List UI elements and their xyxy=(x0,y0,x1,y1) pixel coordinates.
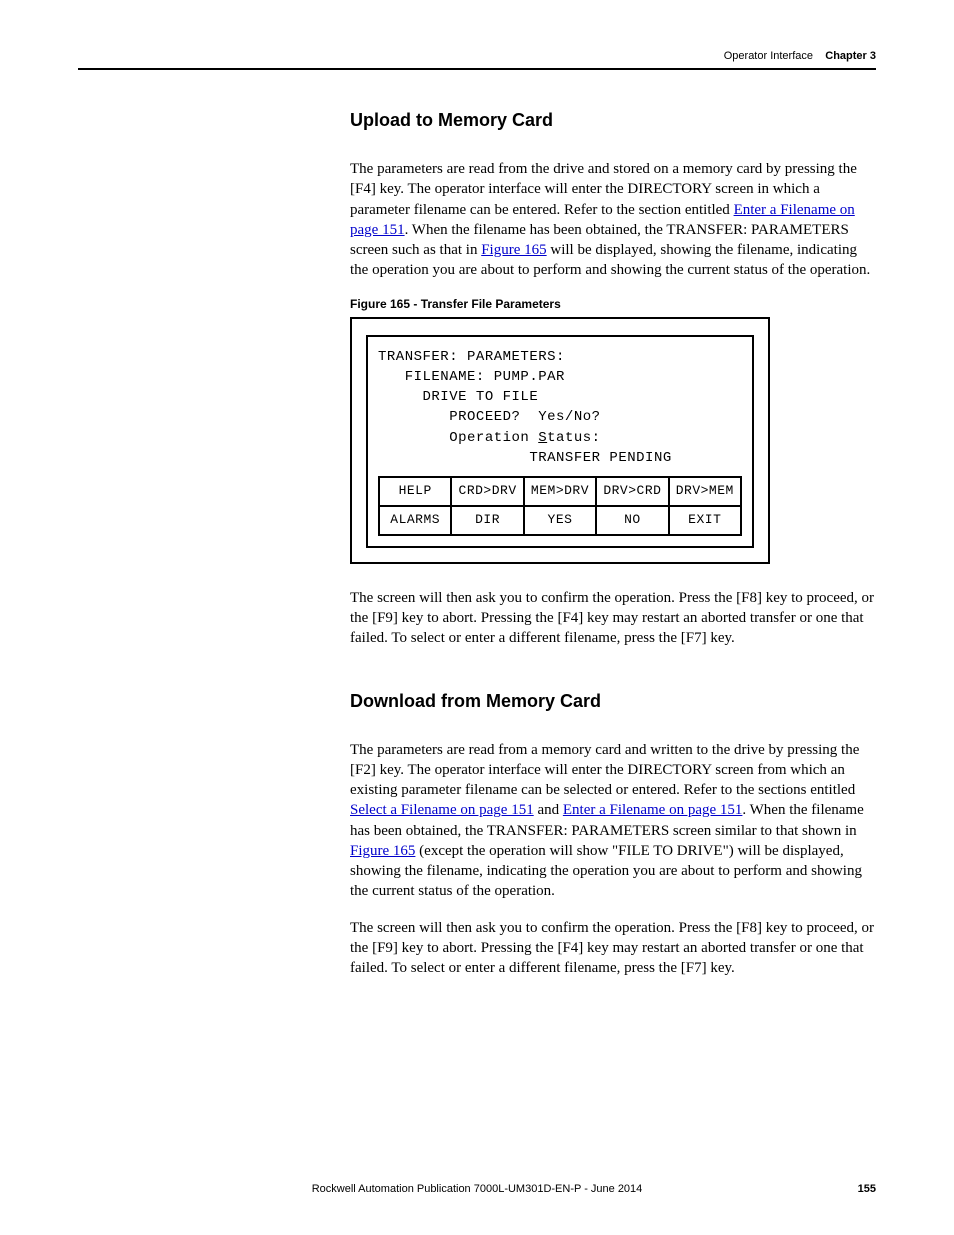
page-footer: Rockwell Automation Publication 7000L-UM… xyxy=(78,1183,876,1195)
link-figure-165-b[interactable]: Figure 165 xyxy=(350,843,415,859)
main-content: Upload to Memory Card The parameters are… xyxy=(350,110,876,978)
upload-paragraph-1: The parameters are read from the drive a… xyxy=(350,159,876,281)
softkey-crd-drv[interactable]: CRD>DRV xyxy=(451,477,523,506)
softkey-no[interactable]: NO xyxy=(596,506,668,535)
hmi-line-status-label: Operation Status: xyxy=(378,428,742,448)
softkey-row-2: ALARMS DIR YES NO EXIT xyxy=(379,506,741,535)
footer-page-number: 155 xyxy=(858,1183,876,1195)
link-enter-filename-b[interactable]: Enter a Filename on page 151 xyxy=(563,802,743,818)
upload-paragraph-2: The screen will then ask you to confirm … xyxy=(350,588,876,649)
download-p1-text-a: The parameters are read from a memory ca… xyxy=(350,742,859,799)
hmi-line-title: TRANSFER: PARAMETERS: xyxy=(378,347,742,367)
hmi-screen: TRANSFER: PARAMETERS: FILENAME: PUMP.PAR… xyxy=(366,335,754,548)
hmi-status-label-b: tatus: xyxy=(547,430,600,446)
footer-publication: Rockwell Automation Publication 7000L-UM… xyxy=(312,1183,643,1195)
download-heading: Download from Memory Card xyxy=(350,691,876,712)
softkey-alarms[interactable]: ALARMS xyxy=(379,506,451,535)
figure-container: TRANSFER: PARAMETERS: FILENAME: PUMP.PAR… xyxy=(350,317,770,564)
hmi-line-filename: FILENAME: PUMP.PAR xyxy=(378,367,742,387)
download-paragraph-1: The parameters are read from a memory ca… xyxy=(350,740,876,902)
download-paragraph-2: The screen will then ask you to confirm … xyxy=(350,918,876,979)
softkey-mem-drv[interactable]: MEM>DRV xyxy=(524,477,596,506)
softkey-row-1: HELP CRD>DRV MEM>DRV DRV>CRD DRV>MEM xyxy=(379,477,741,506)
download-p1-text-d: (except the operation will show "FILE TO… xyxy=(350,843,862,900)
softkey-help[interactable]: HELP xyxy=(379,477,451,506)
figure-caption: Figure 165 - Transfer File Parameters xyxy=(350,297,876,311)
softkey-exit[interactable]: EXIT xyxy=(669,506,741,535)
download-p1-text-b: and xyxy=(534,802,563,818)
hmi-text-block: TRANSFER: PARAMETERS: FILENAME: PUMP.PAR… xyxy=(378,347,742,469)
hmi-status-label-a: Operation xyxy=(378,430,538,446)
header-chapter: Chapter 3 xyxy=(825,50,876,62)
softkey-drv-crd[interactable]: DRV>CRD xyxy=(596,477,668,506)
link-figure-165-a[interactable]: Figure 165 xyxy=(481,242,546,258)
upload-heading: Upload to Memory Card xyxy=(350,110,876,131)
hmi-status-label-hotkey: S xyxy=(538,430,547,446)
hmi-line-direction: DRIVE TO FILE xyxy=(378,387,742,407)
softkey-yes[interactable]: YES xyxy=(524,506,596,535)
softkey-dir[interactable]: DIR xyxy=(451,506,523,535)
softkey-grid: HELP CRD>DRV MEM>DRV DRV>CRD DRV>MEM ALA… xyxy=(378,476,742,536)
softkey-drv-mem[interactable]: DRV>MEM xyxy=(669,477,741,506)
header-section: Operator Interface xyxy=(724,50,813,62)
link-select-filename[interactable]: Select a Filename on page 151 xyxy=(350,802,534,818)
hmi-line-proceed: PROCEED? Yes/No? xyxy=(378,407,742,427)
hmi-line-status-value: TRANSFER PENDING xyxy=(378,448,742,468)
page-header: Operator Interface Chapter 3 xyxy=(78,50,876,70)
